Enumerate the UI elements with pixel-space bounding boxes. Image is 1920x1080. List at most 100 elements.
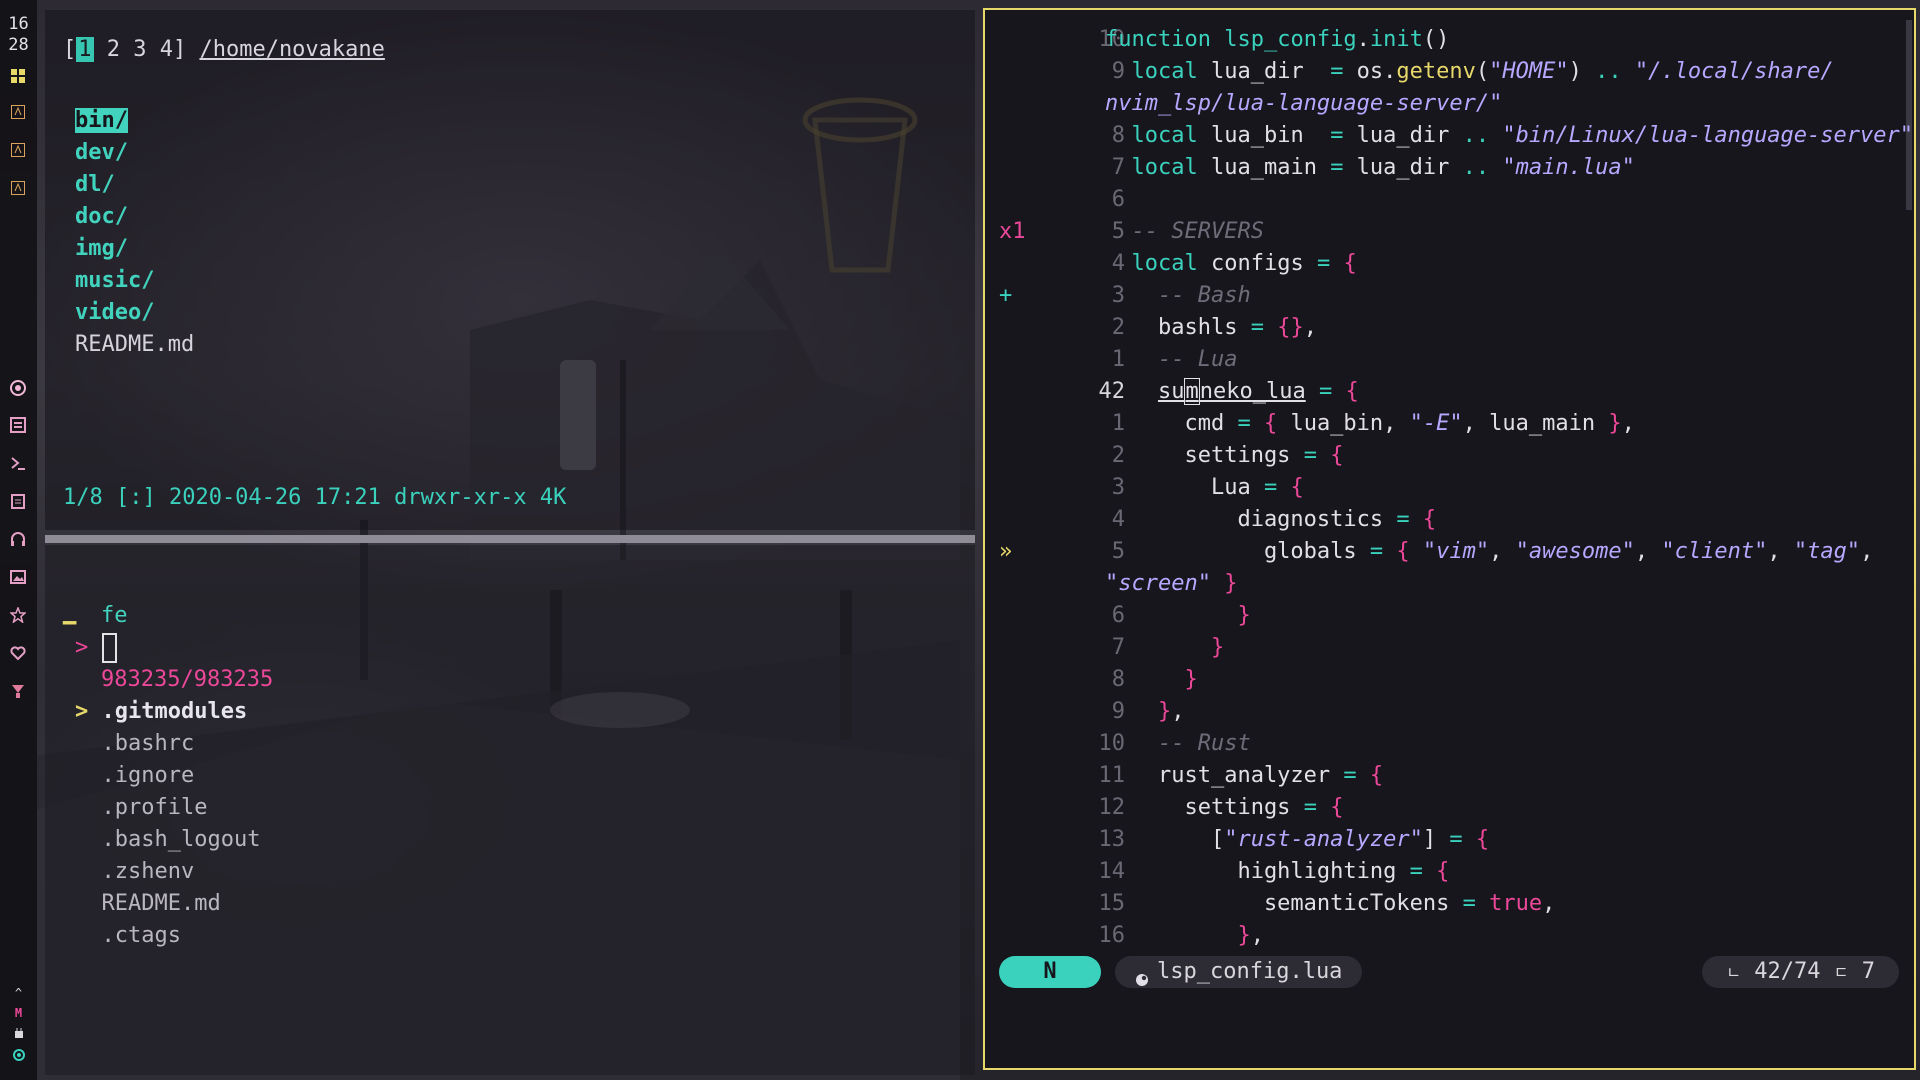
current-directory[interactable]: /home/novakane	[199, 37, 384, 62]
terminal-app-icon[interactable]	[8, 102, 28, 122]
code-line[interactable]: 4 local configs = {	[985, 248, 1914, 280]
directory-entry[interactable]: dev/	[75, 137, 128, 169]
code-text: "screen" }	[1105, 571, 1238, 596]
directory-entry[interactable]: bin/	[75, 105, 128, 137]
code-line[interactable]: 8 }	[985, 664, 1914, 696]
neovim-editor[interactable]: 10 function lsp_config.init() 9 local lua_…	[983, 8, 1916, 1070]
fzf-pointer	[75, 731, 88, 756]
code-text: -- Rust	[1157, 731, 1251, 756]
directory-entry[interactable]: video/	[75, 297, 154, 329]
code-line[interactable]: 3 Lua = {	[985, 472, 1914, 504]
record-icon[interactable]	[8, 378, 28, 398]
directory-entry[interactable]: doc/	[75, 201, 128, 233]
code-text: sumneko_lua = {	[1157, 378, 1359, 405]
code-line[interactable]: "screen" }	[985, 568, 1914, 600]
directory-entry[interactable]: img/	[75, 233, 128, 265]
code-line[interactable]: 11 rust_analyzer = {	[985, 760, 1914, 792]
code-line[interactable]: 2 settings = {	[985, 440, 1914, 472]
code-line[interactable]: 12 settings = {	[985, 792, 1914, 824]
fzf-result-item[interactable]: > .gitmodules	[75, 696, 247, 728]
entry-name: dev/	[75, 140, 128, 165]
file-list-icon[interactable]	[8, 415, 28, 435]
code-line[interactable]: x1 5 -- SERVERS	[985, 216, 1914, 248]
code-line[interactable]: 1 cmd = { lua_bin, "-E", lua_main },	[985, 408, 1914, 440]
code-line[interactable]: 6 }	[985, 600, 1914, 632]
code-line[interactable]: 13 ["rust-analyzer"] = {	[985, 824, 1914, 856]
code-text: local lua_main = lua_dir .. "main.lua"	[1131, 155, 1635, 180]
code-text: cmd = { lua_bin, "-E", lua_main },	[1105, 411, 1635, 436]
download-icon[interactable]	[8, 681, 28, 701]
pane-divider[interactable]	[45, 535, 975, 543]
layout-icon[interactable]	[8, 66, 28, 86]
code-text: Lua = {	[1105, 475, 1304, 500]
filename: lsp_config.lua	[1157, 959, 1343, 984]
cursor-column: 7	[1861, 959, 1875, 984]
statusline: N lsp_config.lua ㄴ 42/74 ㄷ 7	[999, 956, 1899, 990]
code-text: rust_analyzer = {	[1105, 763, 1384, 788]
fzf-result-item[interactable]: .bash_logout	[75, 824, 261, 856]
code-line[interactable]: 15 semanticTokens = true,	[985, 888, 1914, 920]
mail-indicator[interactable]: M	[0, 1006, 37, 1020]
filename-pill[interactable]: lsp_config.lua	[1115, 956, 1363, 988]
fzf-result-item[interactable]: .bashrc	[75, 728, 195, 760]
code-text: ["rust-analyzer"] = {	[1105, 827, 1490, 852]
tab-others[interactable]: 2 3 4]	[94, 37, 186, 62]
cursor-position-pill: ㄴ 42/74 ㄷ 7	[1702, 956, 1899, 988]
code-text: }	[1210, 635, 1225, 660]
terminal-app-icon[interactable]	[8, 140, 28, 160]
fzf-result-item[interactable]: .ctags	[75, 920, 181, 952]
cursor-line: 42/74	[1754, 959, 1821, 984]
fzf-item-label: README.md	[101, 891, 221, 916]
code-text: -- Lua	[1157, 347, 1238, 372]
file-entry[interactable]: README.md	[75, 329, 194, 361]
fzf-pointer: >	[75, 699, 89, 724]
directory-entry[interactable]: music/	[75, 265, 154, 297]
entry-name: music/	[75, 268, 155, 293]
fzf-result-item[interactable]: .zshenv	[75, 856, 195, 888]
fzf-result-item[interactable]: .ignore	[75, 760, 195, 792]
lf-header: [1 2 3 4] /home/novakane	[63, 34, 385, 66]
fzf-result-item[interactable]: README.md	[75, 888, 221, 920]
code-line[interactable]: 9 local lua_dir = os.getenv("HOME") .. "…	[985, 56, 1914, 88]
fzf-item-label: .ignore	[101, 763, 195, 788]
heart-icon[interactable]	[8, 643, 28, 663]
fzf-input-line[interactable]: >	[75, 632, 117, 664]
code-line[interactable]: 7 }	[985, 632, 1914, 664]
code-line[interactable]: 14 highlighting = {	[985, 856, 1914, 888]
fzf-result-item[interactable]: .profile	[75, 792, 208, 824]
gutter-sign: x1	[999, 219, 1026, 244]
expand-tray-button[interactable]: ^	[0, 986, 37, 1000]
lf-file-manager: [1 2 3 4] /home/novakane bin/dev/dl/doc/…	[45, 10, 975, 530]
line-number: 6	[1111, 187, 1125, 212]
code-line[interactable]: 10 -- Rust	[985, 728, 1914, 760]
code-line[interactable]: 8 local lua_bin = lua_dir .. "bin/Linux/…	[985, 120, 1914, 152]
code-line[interactable]: 4 diagnostics = {	[985, 504, 1914, 536]
image-icon[interactable]	[8, 567, 28, 587]
code-line[interactable]: 16 },	[985, 920, 1914, 952]
directory-entry[interactable]: dl/	[75, 169, 115, 201]
code-text: settings = {	[1105, 795, 1344, 820]
code-text: }	[1184, 667, 1198, 692]
code-line[interactable]: nvim_lsp/lua-language-server/"	[985, 88, 1914, 120]
lf-status-bar: 1/8 [:] 2020-04-26 17:21 drwxr-xr-x 4K	[63, 485, 567, 510]
terminal-app-icon[interactable]	[8, 178, 28, 198]
tab-1[interactable]: 1	[76, 37, 94, 62]
code-line[interactable]: 6	[985, 184, 1914, 216]
code-line[interactable]: 2 bashls = {},	[985, 312, 1914, 344]
headphones-icon[interactable]	[8, 529, 28, 549]
code-line[interactable]: 10 function lsp_config.init()	[985, 24, 1914, 56]
code-line[interactable]: 42 sumneko_lua = {	[985, 376, 1914, 408]
code-line[interactable]: » 5 globals = { "vim", "awesome", "client…	[985, 536, 1914, 568]
code-line[interactable]: 7 local lua_main = lua_dir .. "main.lua"	[985, 152, 1914, 184]
fzf-match-count: 983235/983235	[101, 667, 274, 692]
code-line[interactable]: 9 },	[985, 696, 1914, 728]
shell-icon[interactable]	[8, 453, 28, 473]
star-icon[interactable]	[8, 605, 28, 625]
code-text: settings = {	[1105, 443, 1344, 468]
code-line[interactable]: 1 -- Lua	[985, 344, 1914, 376]
entry-name: img/	[75, 236, 128, 261]
code-line[interactable]: +3 -- Bash	[985, 280, 1914, 312]
code-text: local lua_bin = lua_dir .. "bin/Linux/lu…	[1131, 123, 1914, 148]
fzf-search-input[interactable]	[101, 633, 117, 663]
notes-icon[interactable]	[8, 491, 28, 511]
